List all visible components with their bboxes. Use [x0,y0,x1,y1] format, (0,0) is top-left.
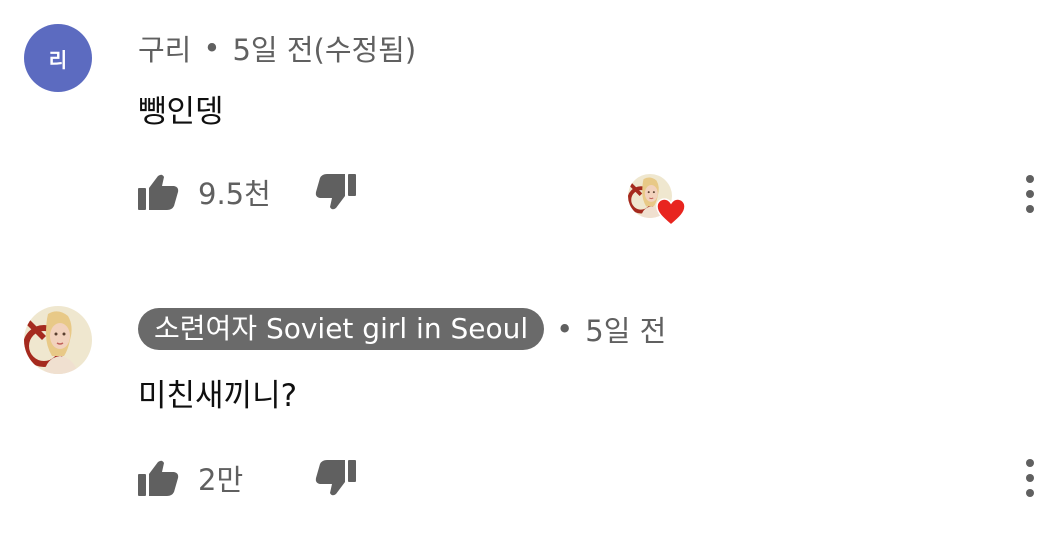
heart-icon [656,198,686,226]
avatar[interactable]: 리 [24,24,92,92]
author-name[interactable]: 구리 [138,27,191,69]
thumbs-up-icon [136,172,180,212]
thumbs-down-icon [314,458,358,498]
comment-item: 리 구리 • 5일 전(수정됨) 뺑인뎅 9.5천 [0,0,1062,260]
comment-text: 미친새끼니? [138,378,298,414]
meta-separator: • [556,312,574,346]
comment-actions: 2만 [136,456,358,500]
comment-text: 뺑인뎅 [138,94,224,130]
comment-time: 5일 전 [585,314,667,348]
comment-meta: 구리 • 5일 전(수정됨) [138,28,416,68]
like-count: 2만 [198,463,244,497]
channel-owner-badge[interactable]: 소련여자 Soviet girl in Seoul [138,308,545,350]
like-button[interactable] [136,172,180,212]
more-vert-icon[interactable] [1018,456,1042,500]
thumbs-up-icon [136,458,180,498]
meta-separator: • [203,31,221,65]
thumbs-down-icon [314,172,358,212]
comment-meta: 소련여자 Soviet girl in Seoul • 5일 전 [138,308,666,350]
avatar-letter: 리 [48,47,68,72]
like-button[interactable] [136,458,180,498]
creator-heart-badge[interactable] [628,174,690,226]
dislike-button[interactable] [314,172,358,212]
comment-item: 소련여자 Soviet girl in Seoul • 5일 전 미친새끼니? … [0,290,1062,550]
avatar[interactable] [24,306,92,374]
more-vert-icon[interactable] [1018,172,1042,216]
comment-actions: 9.5천 [136,170,358,214]
dislike-button[interactable] [314,458,358,498]
like-count: 9.5천 [198,177,271,211]
comment-time: 5일 전(수정됨) [232,33,417,67]
